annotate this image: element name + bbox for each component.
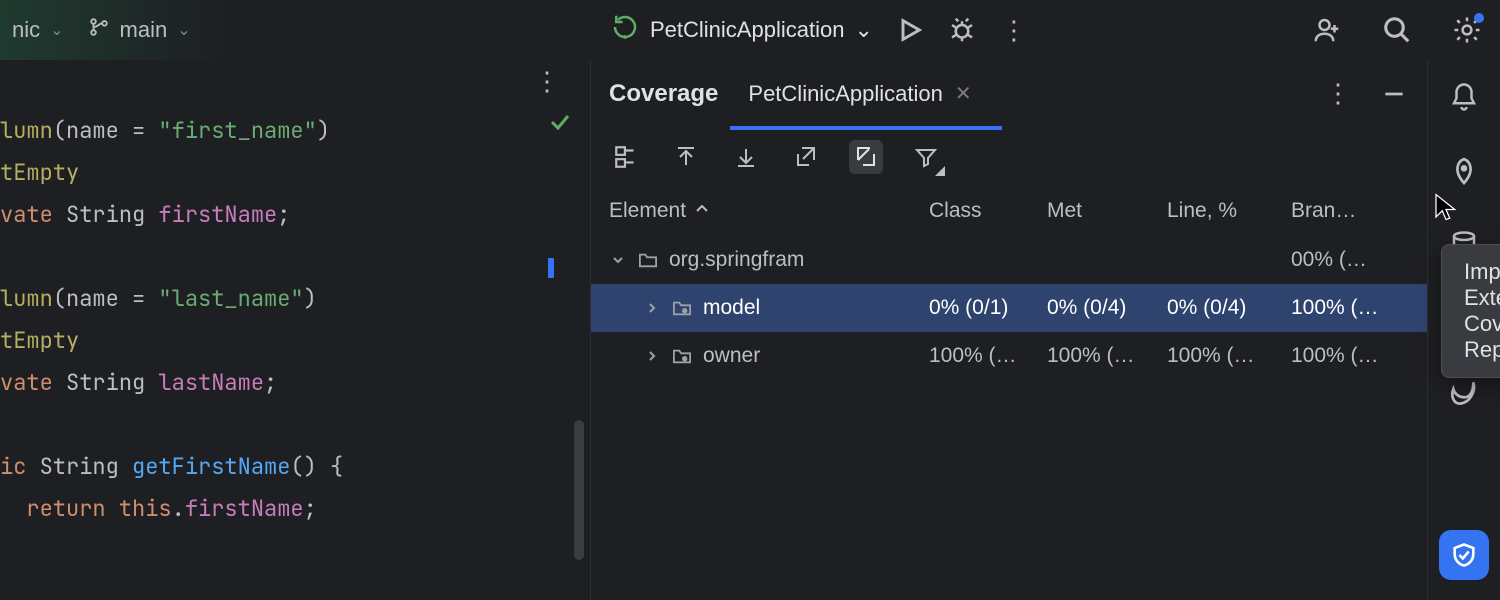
- coverage-toolbar: [591, 128, 1427, 186]
- mouse-cursor-icon: [1433, 192, 1459, 227]
- element-name: owner: [703, 344, 760, 368]
- sort-asc-icon: [694, 199, 710, 223]
- expand-arrow-icon[interactable]: [643, 301, 661, 315]
- code-area[interactable]: lumn(name = "first_name") tEmpty vate St…: [0, 110, 590, 530]
- coverage-panel-title: Coverage: [609, 80, 718, 108]
- minimize-panel-button[interactable]: [1379, 79, 1409, 109]
- cell-line: 100% (…: [1167, 344, 1291, 368]
- table-row[interactable]: org.springfram 00% (…: [591, 236, 1427, 284]
- panel-options-button[interactable]: ⋮: [1323, 79, 1353, 109]
- ai-assistant-icon[interactable]: [1445, 152, 1483, 190]
- more-actions-button[interactable]: ⋮: [999, 15, 1029, 45]
- top-toolbar: nic ⌄ main ⌄ PetClinicApplication ⌄ ⋮: [0, 0, 1500, 60]
- security-shield-button[interactable]: [1439, 530, 1489, 580]
- import-report-icon[interactable]: [849, 140, 883, 174]
- editor-pane[interactable]: ⋮ lumn(name = "first_name") tEmpty vate …: [0, 60, 590, 600]
- column-method[interactable]: Met: [1047, 199, 1167, 223]
- inspections-ok-icon[interactable]: [548, 110, 572, 141]
- cell-class: 0% (0/1): [929, 296, 1047, 320]
- element-name: model: [703, 296, 760, 320]
- folder-icon: [671, 298, 693, 318]
- settings-icon[interactable]: [1452, 15, 1482, 45]
- branch-icon: [88, 16, 110, 44]
- expand-arrow-icon[interactable]: [643, 349, 661, 363]
- folder-icon: [671, 346, 693, 366]
- close-tab-icon[interactable]: ✕: [955, 81, 972, 106]
- cell-bran: 100% (…: [1291, 296, 1417, 320]
- cell-line: 0% (0/4): [1167, 296, 1291, 320]
- cell-class: 100% (…: [929, 344, 1047, 368]
- debug-button[interactable]: [947, 15, 977, 45]
- column-line[interactable]: Line, %: [1167, 199, 1291, 223]
- code-with-me-icon[interactable]: [1312, 15, 1342, 45]
- editor-scrollbar[interactable]: [574, 420, 584, 560]
- branch-name: main: [120, 17, 168, 43]
- chevron-down-icon: ⌄: [50, 20, 63, 40]
- chevron-down-icon: ⌄: [177, 20, 190, 40]
- coverage-tab[interactable]: PetClinicApplication ✕: [748, 60, 971, 128]
- folder-icon: [637, 250, 659, 270]
- cell-met: 100% (…: [1047, 344, 1167, 368]
- spring-icon[interactable]: [1445, 374, 1483, 412]
- column-element[interactable]: Element: [609, 199, 929, 223]
- coverage-tab-label: PetClinicApplication: [748, 81, 942, 107]
- element-name: org.springfram: [669, 248, 804, 272]
- notifications-icon[interactable]: [1445, 78, 1483, 116]
- column-branch[interactable]: Bran…: [1291, 199, 1417, 223]
- git-branch-dropdown[interactable]: main ⌄: [88, 16, 191, 44]
- run-config-label: PetClinicApplication: [650, 17, 844, 43]
- project-dropdown[interactable]: nic ⌄: [12, 17, 64, 43]
- expand-arrow-icon[interactable]: [609, 253, 627, 267]
- rerun-icon: [610, 12, 640, 48]
- navigate-down-icon[interactable]: [729, 140, 763, 174]
- run-configuration-dropdown[interactable]: PetClinicApplication ⌄: [610, 12, 873, 48]
- navigate-up-icon[interactable]: [669, 140, 703, 174]
- flatten-packages-icon[interactable]: [609, 140, 643, 174]
- gutter-marker: [548, 258, 554, 278]
- cell-met: 0% (0/4): [1047, 296, 1167, 320]
- export-report-icon[interactable]: [789, 140, 823, 174]
- editor-more-button[interactable]: ⋮: [534, 66, 560, 97]
- cell-bran: 00% (…: [1291, 248, 1417, 272]
- chevron-down-icon: ⌄: [854, 17, 872, 43]
- project-name: nic: [12, 17, 40, 43]
- cell-bran: 100% (…: [1291, 344, 1417, 368]
- filter-icon[interactable]: [909, 140, 943, 174]
- table-row[interactable]: owner100% (…100% (…100% (…100% (…: [591, 332, 1427, 380]
- import-tooltip: Import External Coverage Report…: [1441, 244, 1500, 378]
- coverage-table-header: Element Class Met Line, % Bran…: [591, 186, 1427, 236]
- table-row[interactable]: model0% (0/1)0% (0/4)0% (0/4)100% (…: [591, 284, 1427, 332]
- column-class[interactable]: Class: [929, 199, 1047, 223]
- coverage-panel: Coverage PetClinicApplication ✕ ⋮: [590, 60, 1428, 600]
- run-button[interactable]: [895, 15, 925, 45]
- settings-notification-dot: [1474, 13, 1484, 23]
- search-icon[interactable]: [1382, 15, 1412, 45]
